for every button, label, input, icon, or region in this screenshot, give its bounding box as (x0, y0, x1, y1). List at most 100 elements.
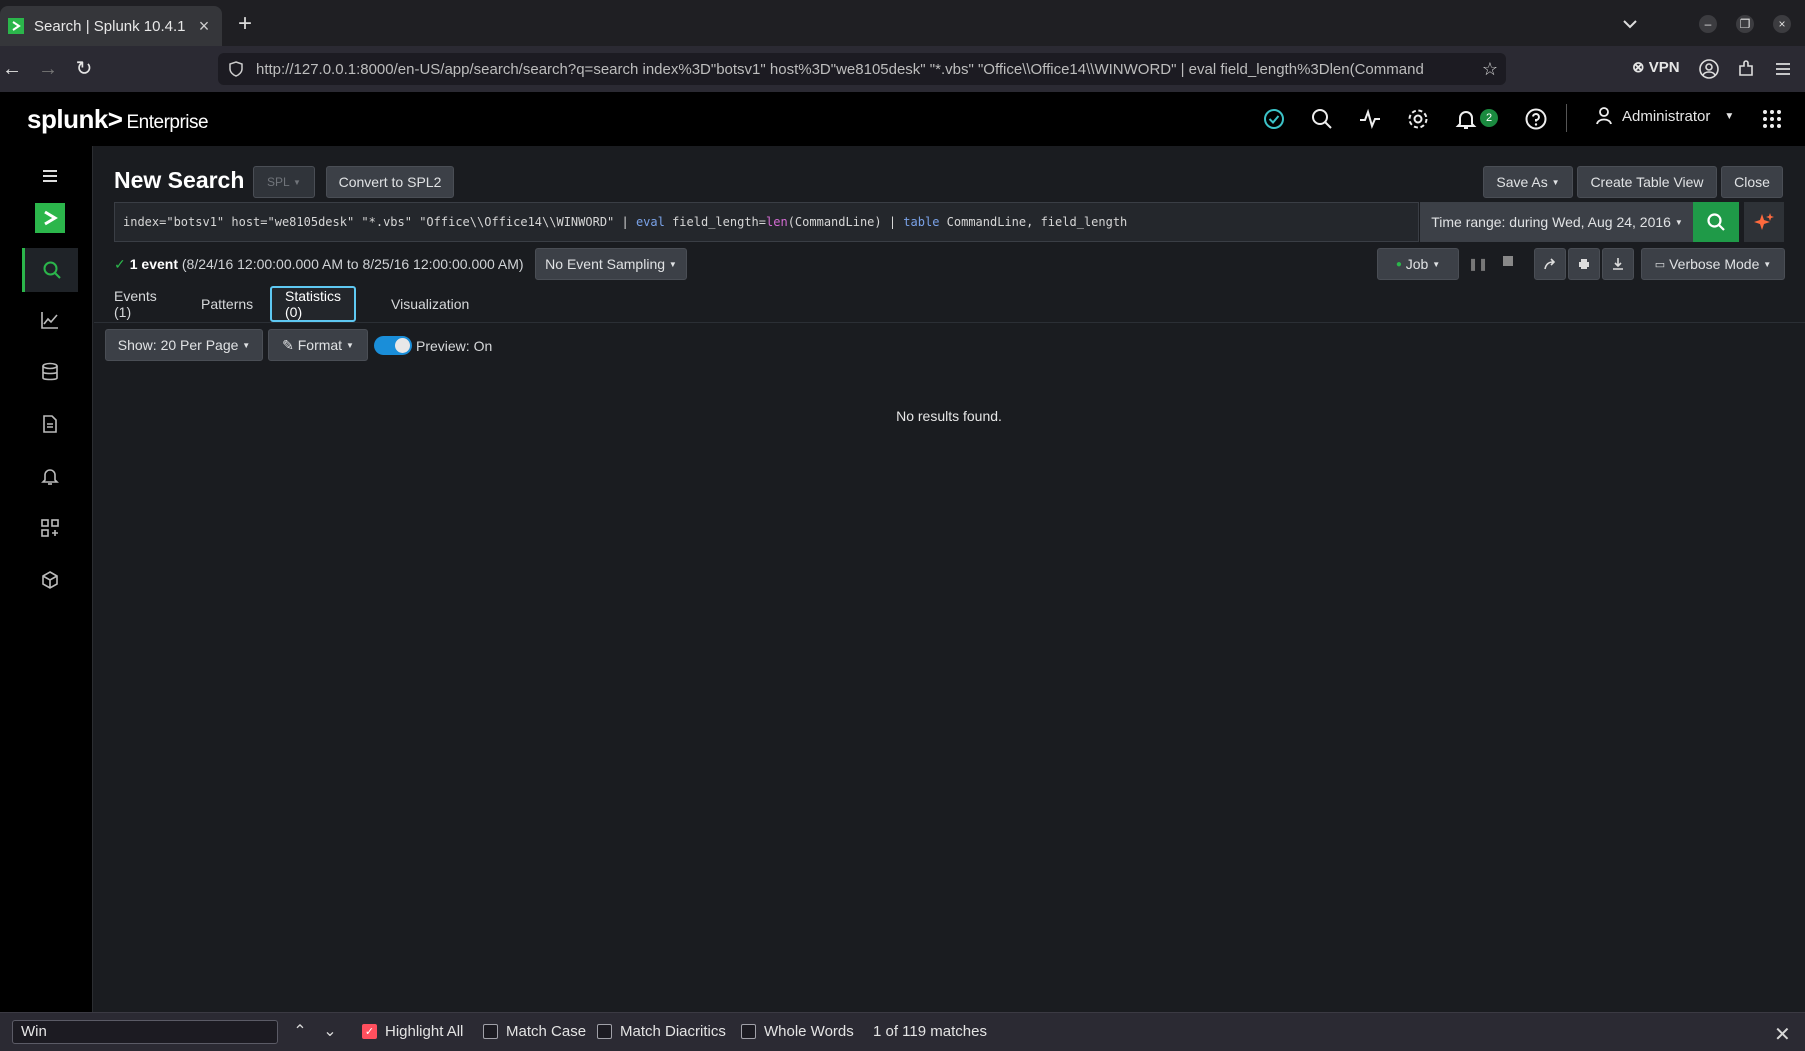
caret-down-icon: ▼ (1432, 259, 1441, 269)
caret-down-icon: ▼ (1551, 177, 1560, 187)
tab-events[interactable]: Events (1) (101, 286, 170, 322)
dashboard-grid-icon (41, 519, 59, 537)
splunk-favicon-icon (8, 18, 24, 34)
create-table-view-button[interactable]: Create Table View (1577, 166, 1717, 198)
highlight-all-label: Highlight All (385, 1023, 464, 1040)
check-icon: ✓ (114, 256, 126, 272)
forward-arrow-icon[interactable]: → (36, 57, 60, 81)
back-arrow-icon[interactable]: ← (0, 57, 24, 81)
query-text: index="botsv1" host="we8105desk" "*.vbs"… (123, 215, 636, 229)
match-case-checkbox[interactable]: Match Case (483, 1023, 586, 1040)
caret-down-icon: ▼ (293, 177, 301, 187)
app-logo-icon[interactable] (22, 196, 78, 240)
search-icon (43, 261, 61, 279)
sidebar-item-alerts[interactable] (22, 454, 78, 498)
job-label: Job (1405, 256, 1429, 272)
print-button[interactable] (1568, 248, 1600, 280)
line-chart-icon (41, 312, 58, 329)
time-range-label: Time range: during Wed, Aug 24, 2016 (1431, 214, 1671, 230)
save-as-button[interactable]: Save As ▼ (1483, 166, 1573, 198)
site-info-icon[interactable] (228, 61, 244, 77)
find-next-icon[interactable]: ⌄ (319, 1021, 341, 1043)
stop-icon[interactable] (1503, 256, 1513, 266)
match-diacritics-checkbox[interactable]: Match Diacritics (597, 1023, 726, 1040)
checkbox-checked: ✓ (362, 1024, 377, 1039)
vpn-indicator[interactable]: ⊗ VPN (1632, 58, 1680, 76)
bookmark-star-icon[interactable]: ☆ (1482, 59, 1498, 80)
activity-icon[interactable] (1358, 107, 1382, 131)
per-page-dropdown[interactable]: Show: 20 Per Page ▼ (105, 329, 263, 361)
tab-visualization[interactable]: Visualization (378, 286, 482, 322)
hamburger-menu-icon[interactable] (22, 154, 78, 198)
event-sampling-dropdown[interactable]: No Event Sampling ▼ (535, 248, 687, 280)
sidebar-item-datasets[interactable] (22, 350, 78, 394)
ai-assistant-button[interactable] (1744, 202, 1784, 242)
close-button[interactable]: Close (1721, 166, 1783, 198)
sidebar-item-apps[interactable] (22, 558, 78, 602)
monitor-icon: ▭ (1654, 258, 1666, 271)
caret-down-icon: ▼ (1724, 110, 1735, 122)
export-button[interactable] (1602, 248, 1634, 280)
share-button[interactable] (1534, 248, 1566, 280)
find-input[interactable]: Win (12, 1020, 278, 1044)
tab-patterns[interactable]: Patterns (188, 286, 266, 322)
sidebar-item-search[interactable] (22, 248, 78, 292)
search-submit-button[interactable] (1693, 202, 1739, 242)
sidebar-item-dashboards[interactable] (22, 506, 78, 550)
url-text: http://127.0.0.1:8000/en-US/app/search/s… (256, 60, 1424, 78)
browser-tab-strip (0, 0, 1805, 46)
gear-icon[interactable] (1406, 107, 1430, 131)
user-name: Administrator (1622, 107, 1711, 125)
find-close-icon[interactable]: ✕ (1774, 1022, 1791, 1047)
account-icon[interactable] (1698, 58, 1720, 80)
user-menu[interactable]: Administrator ▼ (1594, 106, 1734, 126)
apps-grid-icon[interactable] (1760, 107, 1784, 131)
query-keyword: table (903, 215, 940, 229)
event-range: (8/24/16 12:00:00.000 AM to 8/25/16 12:0… (177, 256, 524, 272)
splunk-logo[interactable]: splunk> Enterprise (27, 104, 209, 135)
match-diacritics-label: Match Diacritics (620, 1023, 726, 1040)
product-name: Enterprise (126, 112, 209, 133)
format-dropdown[interactable]: ✎ Format ▼ (268, 329, 368, 361)
search-icon[interactable] (1310, 107, 1334, 131)
extensions-icon[interactable] (1735, 58, 1757, 80)
bell-icon (41, 469, 59, 485)
spl-dropdown[interactable]: SPL ▼ (253, 166, 315, 198)
pause-icon[interactable]: ❚❚ (1468, 257, 1488, 271)
preview-label: Preview: On (416, 338, 493, 354)
restore-icon[interactable]: ❐ (1736, 15, 1754, 33)
caret-down-icon: ▼ (1763, 259, 1772, 269)
reload-icon[interactable]: ↻ (72, 57, 96, 81)
cube-icon (42, 571, 58, 589)
time-range-picker[interactable]: Time range: during Wed, Aug 24, 2016 ▼ (1420, 202, 1694, 242)
window-close-icon[interactable]: × (1773, 15, 1791, 33)
whole-words-checkbox[interactable]: Whole Words (741, 1023, 854, 1040)
query-keyword: eval (635, 215, 665, 229)
minimize-icon[interactable]: – (1699, 15, 1717, 33)
health-check-icon[interactable] (1262, 107, 1286, 131)
highlight-all-checkbox[interactable]: ✓ Highlight All (362, 1023, 463, 1040)
convert-to-spl2-button[interactable]: Convert to SPL2 (326, 166, 454, 198)
tab-statistics[interactable]: Statistics (0) (270, 286, 357, 322)
help-icon[interactable] (1524, 107, 1548, 131)
bell-icon[interactable] (1454, 107, 1478, 131)
spl-label: SPL (267, 175, 290, 189)
browser-tab[interactable]: Search | Splunk 10.4.1 × (0, 6, 222, 46)
sidebar-item-analytics[interactable] (22, 298, 78, 342)
sparkle-icon (1754, 213, 1774, 230)
tab-close-icon[interactable]: × (194, 16, 214, 37)
find-previous-icon[interactable]: ⌃ (289, 1021, 311, 1043)
preview-toggle[interactable] (374, 336, 412, 355)
search-mode-dropdown[interactable]: ▭ Verbose Mode ▼ (1641, 248, 1785, 280)
new-tab-icon[interactable]: + (232, 12, 258, 38)
database-icon (42, 362, 58, 381)
save-as-label: Save As (1496, 174, 1548, 190)
chevron-down-icon[interactable] (1618, 14, 1642, 34)
menu-icon[interactable] (1772, 58, 1794, 80)
whole-words-label: Whole Words (764, 1023, 854, 1040)
url-bar[interactable]: http://127.0.0.1:8000/en-US/app/search/s… (218, 53, 1506, 85)
tabs-divider (94, 322, 1805, 323)
job-dropdown[interactable]: ● Job ▼ (1377, 248, 1459, 280)
search-query-input[interactable]: index="botsv1" host="we8105desk" "*.vbs"… (114, 202, 1419, 242)
caret-down-icon: ▼ (1674, 217, 1683, 227)
